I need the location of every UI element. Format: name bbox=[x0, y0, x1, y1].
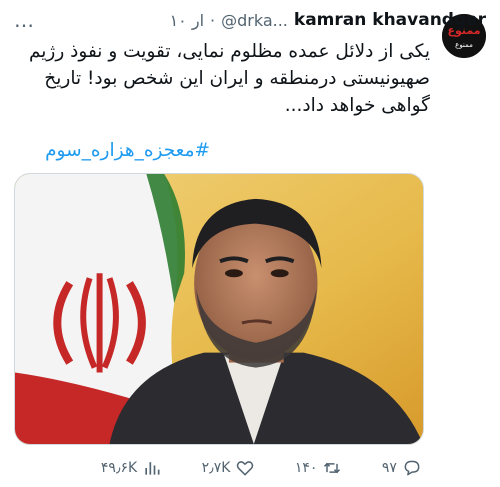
author-handle[interactable]: @drka... bbox=[221, 11, 288, 30]
views-icon bbox=[145, 462, 160, 475]
views-count: ۴۹٫۶K bbox=[100, 460, 138, 476]
views-button[interactable]: ۴۹٫۶K bbox=[101, 458, 162, 478]
tweet-header: kamran khavandgar @drka... · ۱۰ ار … bbox=[14, 8, 486, 32]
retweet-icon bbox=[324, 462, 341, 474]
likes-count: ۲٫۷K bbox=[201, 460, 231, 476]
retweet-button[interactable]: ۱۴۰ bbox=[295, 458, 343, 478]
retweets-count: ۱۴۰ bbox=[294, 460, 318, 476]
author-name[interactable]: kamran khavandgar bbox=[294, 10, 486, 30]
tweet-text: یکی از دلائل عمده مظلوم نمایی، تقویت و ن… bbox=[28, 41, 430, 116]
more-options-icon[interactable]: … bbox=[14, 8, 35, 32]
tweet-actions: ۴۹٫۶K ۲٫۷K ۱۴۰ ۹۷ bbox=[22, 456, 422, 480]
tweet-card: ممنوع ممنوع kamran khavandgar @drka... ·… bbox=[0, 0, 500, 487]
heart-icon bbox=[237, 461, 254, 476]
tweet-image[interactable] bbox=[14, 173, 424, 445]
reply-icon bbox=[404, 460, 420, 476]
replies-count: ۹۷ bbox=[381, 460, 397, 476]
reply-button[interactable]: ۹۷ bbox=[382, 458, 422, 478]
separator-dot: · bbox=[210, 10, 216, 30]
tweet-time[interactable]: ۱۰ ار bbox=[170, 11, 204, 30]
like-button[interactable]: ۲٫۷K bbox=[202, 458, 256, 478]
svg-text:ممنوع: ممنوع bbox=[455, 41, 473, 49]
hashtag-link[interactable]: #معجزه_هزاره_سوم bbox=[45, 140, 210, 161]
